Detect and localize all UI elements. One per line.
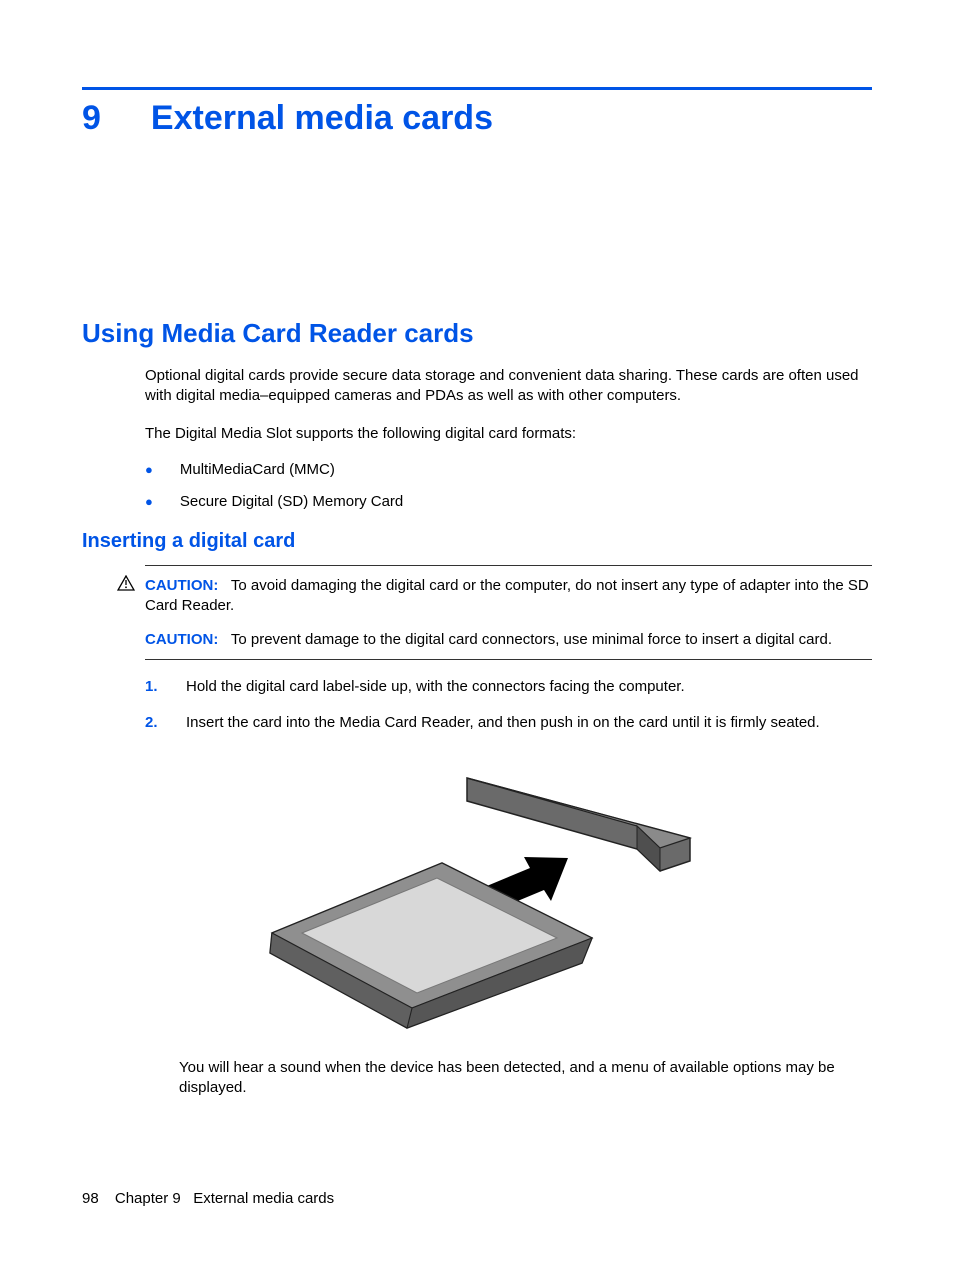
chapter-title: External media cards — [151, 99, 493, 138]
bullet-text: MultiMediaCard (MMC) — [180, 461, 335, 478]
caution-1: CAUTION: To avoid damaging the digital c… — [145, 576, 872, 617]
bullet-list: ● MultiMediaCard (MMC) ● Secure Digital … — [145, 461, 872, 510]
bullet-text: Secure Digital (SD) Memory Card — [180, 493, 403, 510]
list-item: 2. Insert the card into the Media Card R… — [145, 712, 872, 733]
list-item: ● Secure Digital (SD) Memory Card — [145, 493, 872, 510]
footer-page-number: 98 — [82, 1190, 99, 1207]
caution-text: To prevent damage to the digital card co… — [231, 631, 832, 648]
section-para-1: Optional digital cards provide secure da… — [145, 366, 872, 407]
caution-text: To avoid damaging the digital card or th… — [145, 577, 869, 614]
footer-chapter-title: External media cards — [193, 1190, 334, 1207]
illustration — [82, 753, 872, 1038]
caution-label: CAUTION: — [145, 577, 218, 594]
page-footer: 98 Chapter 9 External media cards — [82, 1190, 334, 1207]
footer-chapter-label: Chapter 9 — [115, 1190, 181, 1207]
caution-box: CAUTION: To avoid damaging the digital c… — [145, 565, 872, 660]
caution-icon — [117, 575, 135, 597]
ordered-list: 1. Hold the digital card label-side up, … — [145, 676, 872, 733]
step-text: Hold the digital card label-side up, wit… — [186, 676, 685, 697]
sd-card-insert-illustration — [242, 753, 712, 1038]
step-text: Insert the card into the Media Card Read… — [186, 712, 820, 733]
bullet-icon: ● — [145, 463, 153, 476]
chapter-header: 9 External media cards — [82, 99, 872, 138]
top-rule — [82, 87, 872, 90]
chapter-number: 9 — [82, 99, 101, 138]
after-illustration-text: You will hear a sound when the device ha… — [179, 1058, 872, 1099]
section-title: Using Media Card Reader cards — [82, 318, 872, 349]
list-item: 1. Hold the digital card label-side up, … — [145, 676, 872, 697]
step-number: 2. — [145, 712, 161, 733]
caution-2: CAUTION: To prevent damage to the digita… — [145, 630, 872, 650]
bullet-icon: ● — [145, 495, 153, 508]
caution-label: CAUTION: — [145, 631, 218, 648]
step-number: 1. — [145, 676, 161, 697]
subsection-title: Inserting a digital card — [82, 530, 872, 553]
section-para-2: The Digital Media Slot supports the foll… — [145, 424, 872, 444]
list-item: ● MultiMediaCard (MMC) — [145, 461, 872, 478]
